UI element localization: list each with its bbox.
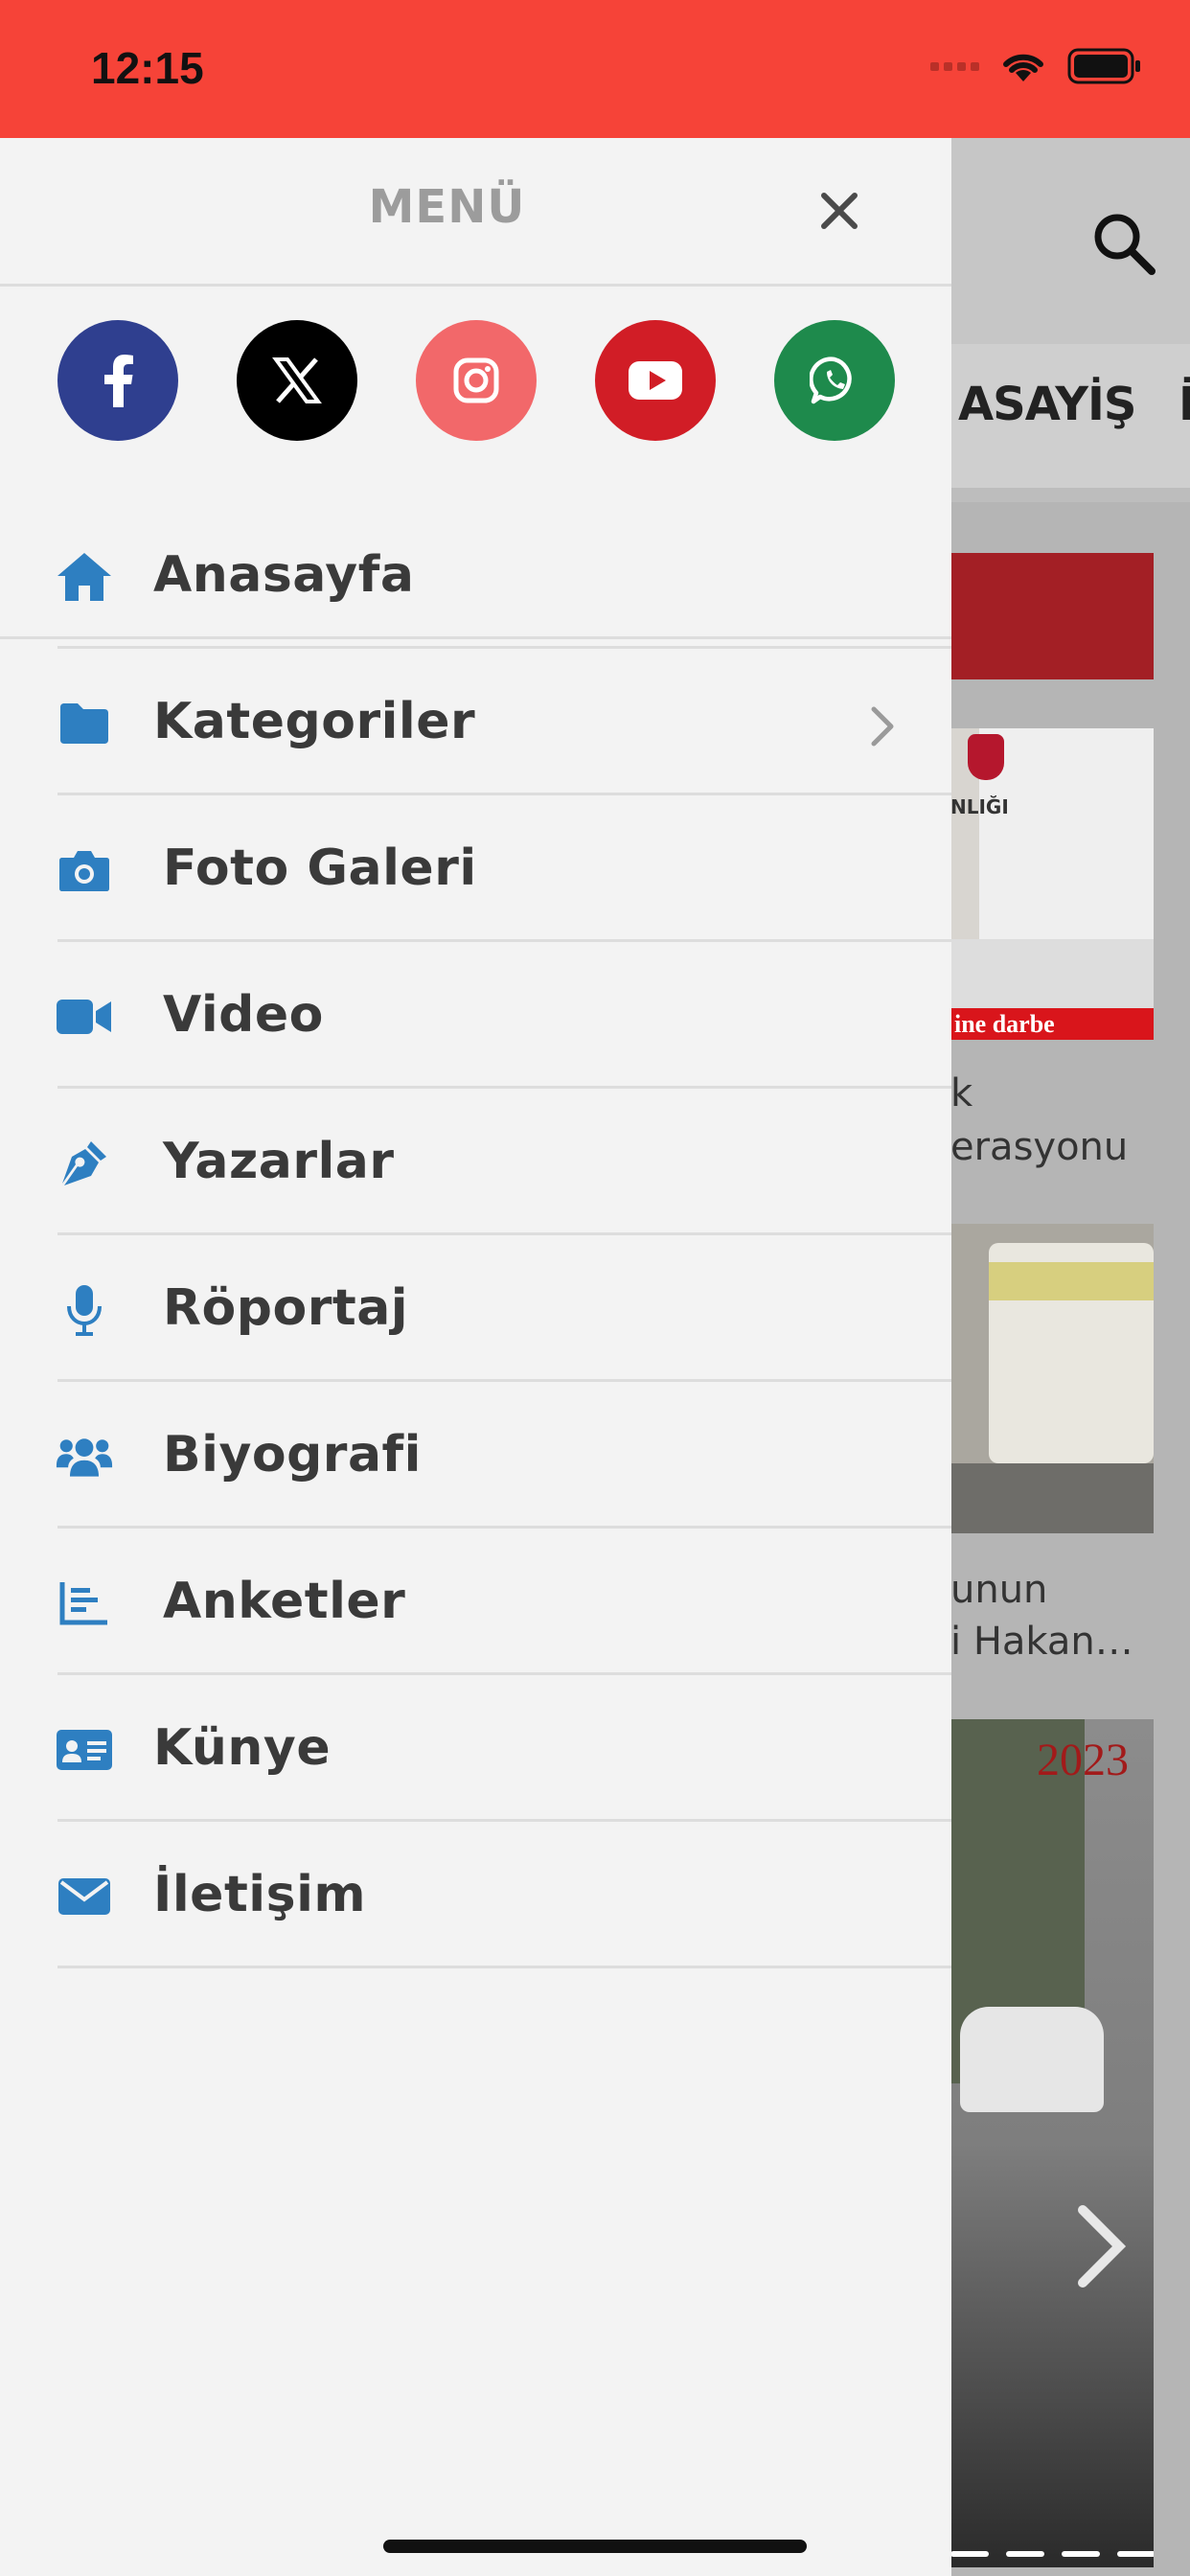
menu-item-kategoriler[interactable]: Kategoriler (0, 649, 951, 795)
news-image-ground (950, 1463, 1154, 1533)
gendarmerie-logo (968, 734, 1004, 780)
whatsapp-icon (810, 356, 852, 404)
home-indicator[interactable] (383, 2540, 807, 2553)
envelope-icon (56, 1868, 113, 1925)
news-card-title-line[interactable]: erasyonu (950, 1121, 1128, 1173)
bar-chart-icon (56, 1575, 113, 1632)
x-button[interactable] (237, 320, 357, 441)
news-image-stripe (989, 1262, 1154, 1300)
side-menu-drawer: MENÜ Anasayfa Kategoriler Foto Galeri Vi… (0, 138, 951, 2576)
id-card-icon (56, 1721, 113, 1779)
facebook-icon (104, 355, 133, 407)
microphone-icon (56, 1281, 113, 1339)
slider-image-car (960, 2007, 1104, 2112)
menu-item-label: Foto Galeri (163, 840, 477, 897)
close-icon[interactable] (816, 188, 862, 234)
chevron-right-icon[interactable] (1065, 2198, 1133, 2294)
drawer-title: MENÜ (368, 180, 526, 234)
slider-pagination[interactable] (950, 2551, 1154, 2557)
camera-icon (56, 841, 113, 899)
menu-item-label: Video (163, 986, 324, 1044)
search-icon[interactable] (1090, 210, 1157, 277)
menu-item-label: Künye (153, 1719, 332, 1777)
menu-item-roportaj[interactable]: Röportaj (0, 1235, 951, 1382)
chevron-right-icon (871, 706, 894, 747)
news-image-sign-text: NLIĞI (950, 795, 1009, 818)
menu-item-video[interactable]: Video (0, 942, 951, 1089)
menu-item-label: Biyografi (163, 1426, 422, 1484)
slider-year-overlay: 2023 (1037, 1735, 1129, 1785)
wifi-icon (1003, 54, 1043, 81)
breaking-news-bar[interactable] (950, 553, 1154, 679)
users-icon (56, 1428, 113, 1485)
news-card-title-line[interactable]: unun (950, 1564, 1047, 1616)
status-bar: 12:15 (0, 0, 1190, 138)
menu-item-yazarlar[interactable]: Yazarlar (0, 1089, 951, 1235)
news-image-table (950, 939, 1154, 1016)
drawer-header: MENÜ (0, 138, 951, 287)
cellular-signal-icon (930, 61, 979, 71)
news-card-image[interactable]: NLIĞI ine darbe (950, 728, 1154, 1040)
menu-item-label: Anketler (163, 1573, 406, 1630)
x-icon (272, 357, 322, 403)
menu-divider (57, 1966, 951, 1968)
pen-nib-icon (56, 1135, 113, 1192)
folder-icon (56, 695, 113, 752)
home-icon (56, 548, 113, 606)
menu-item-label: İletişim (153, 1866, 367, 1923)
facebook-button[interactable] (57, 320, 178, 441)
menu-item-foto-galeri[interactable]: Foto Galeri (0, 795, 951, 942)
menu-item-anketler[interactable]: Anketler (0, 1529, 951, 1675)
whatsapp-button[interactable] (774, 320, 895, 441)
nav-item-asayis[interactable]: ASAYİŞ (958, 378, 1136, 431)
menu-item-kunye[interactable]: Künye (0, 1675, 951, 1822)
youtube-icon (629, 361, 682, 400)
status-time: 12:15 (91, 43, 204, 93)
menu-item-label: Kategoriler (153, 693, 476, 750)
video-camera-icon (56, 988, 113, 1046)
news-card-image[interactable] (950, 1224, 1154, 1533)
video-slider[interactable]: 2023 (950, 1719, 1154, 2567)
menu-item-label: Yazarlar (163, 1133, 395, 1190)
news-card-title-line[interactable]: k (950, 1068, 973, 1119)
youtube-button[interactable] (595, 320, 716, 441)
instagram-button[interactable] (416, 320, 537, 441)
instagram-icon (453, 357, 499, 403)
menu-item-iletisim[interactable]: İletişim (0, 1822, 951, 1968)
menu-item-label: Anasayfa (153, 546, 415, 604)
battery-icon (1067, 48, 1140, 84)
news-card-title-line[interactable]: i Hakan… (950, 1616, 1133, 1668)
menu-item-biyografi[interactable]: Biyografi (0, 1382, 951, 1529)
menu-item-anasayfa[interactable]: Anasayfa (0, 502, 951, 649)
status-icons (930, 48, 1142, 84)
menu-item-label: Röportaj (163, 1279, 409, 1337)
news-image-ribbon: ine darbe (950, 1008, 1154, 1040)
nav-item-next[interactable]: İ (1179, 378, 1190, 431)
